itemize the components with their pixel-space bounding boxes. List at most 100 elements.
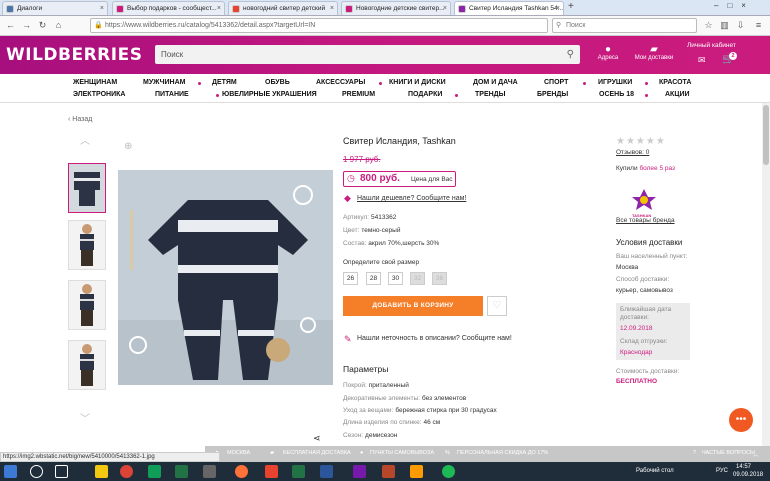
- cheaper-link[interactable]: Нашли дешевле? Сообщите нам!: [357, 195, 466, 202]
- product-thumbnail-active[interactable]: [68, 163, 106, 213]
- browser-tab-gifts[interactable]: Выбор подарков - сообщест... ×: [112, 1, 225, 15]
- close-icon[interactable]: ×: [330, 2, 334, 15]
- word-icon[interactable]: [320, 465, 333, 478]
- menu-item[interactable]: ЮВЕЛИРНЫЕ УКРАШЕНИЯ: [222, 91, 317, 98]
- firefox-icon[interactable]: [235, 465, 248, 478]
- search-icon[interactable]: ⚲: [567, 45, 574, 64]
- close-icon[interactable]: ×: [217, 2, 221, 15]
- menu-item[interactable]: СПОРТ: [544, 79, 568, 86]
- window-controls[interactable]: –□×: [714, 1, 755, 10]
- menu-item[interactable]: ДОМ И ДАЧА: [473, 79, 518, 86]
- close-icon[interactable]: ×: [443, 2, 447, 15]
- faq-link[interactable]: ЧАСТЫЕ ВОПРОСЫ: [702, 450, 755, 456]
- app-icon[interactable]: [203, 465, 216, 478]
- chevron-up-icon[interactable]: ︿: [753, 450, 759, 458]
- home-icon[interactable]: ⌂: [52, 19, 65, 32]
- brand-products-link[interactable]: Все товары бренда: [616, 217, 675, 224]
- site-search-input[interactable]: Поиск ⚲: [155, 45, 580, 64]
- pickup-link[interactable]: ПУНКТЫ САМОВЫВОЗА: [370, 450, 434, 456]
- menu-item[interactable]: ПИТАНИЕ: [155, 91, 189, 98]
- product-main-image[interactable]: [118, 170, 333, 385]
- reload-icon[interactable]: ↻: [36, 19, 49, 32]
- menu-item[interactable]: ДЕТЯМ: [212, 79, 237, 86]
- new-tab-button[interactable]: +: [568, 1, 574, 12]
- menu-item[interactable]: ИГРУШКИ: [598, 79, 632, 86]
- menu-item[interactable]: ОБУВЬ: [265, 79, 290, 86]
- menu-item[interactable]: БРЕНДЫ: [537, 91, 568, 98]
- chat-bubble-icon[interactable]: •••: [729, 408, 753, 432]
- product-thumbnail[interactable]: [68, 280, 106, 330]
- library-icon[interactable]: ▥: [718, 19, 731, 32]
- menu-item[interactable]: АКСЕССУАРЫ: [316, 79, 365, 86]
- deliveries-link[interactable]: ▰ Мои доставки: [634, 44, 674, 61]
- browser-tab-yandex[interactable]: новогодний свитер детский ×: [228, 1, 338, 15]
- desktop-label[interactable]: Рабочий стол: [636, 468, 674, 474]
- download-icon[interactable]: ⇩: [734, 19, 747, 32]
- bookmarks-icon[interactable]: ☆: [702, 19, 715, 32]
- spotify-icon[interactable]: [442, 465, 455, 478]
- addresses-link[interactable]: ● Адреса: [596, 44, 620, 61]
- scrollbar-thumb[interactable]: [763, 105, 769, 165]
- windows-start-icon[interactable]: [4, 465, 17, 478]
- onenote-icon[interactable]: [353, 465, 366, 478]
- rating-stars[interactable]: ★★★★★: [616, 136, 666, 147]
- menu-item[interactable]: КНИГИ И ДИСКИ: [389, 79, 446, 86]
- url-field[interactable]: 🔒 https://www.wildberries.ru/catalog/5413…: [90, 18, 548, 33]
- menu-icon[interactable]: ≡: [752, 19, 765, 32]
- product-thumbnail[interactable]: [68, 340, 106, 390]
- scrollbar[interactable]: [762, 103, 770, 446]
- chevron-up-icon[interactable]: ︿: [80, 132, 90, 147]
- menu-item[interactable]: МУЖЧИНАМ: [143, 79, 186, 86]
- powerpoint-icon[interactable]: [382, 465, 395, 478]
- language-indicator[interactable]: РУС: [716, 468, 728, 474]
- clock-time[interactable]: 14:57: [736, 464, 751, 470]
- forward-arrow-icon[interactable]: →: [20, 19, 33, 32]
- app-icon[interactable]: [148, 465, 161, 478]
- child-model-image: [69, 281, 105, 329]
- product-thumbnail[interactable]: [68, 220, 106, 270]
- search-icon[interactable]: [30, 465, 43, 478]
- close-icon[interactable]: ×: [556, 2, 560, 15]
- task-view-icon[interactable]: [55, 465, 68, 478]
- discount-link[interactable]: ПЕРСОНАЛЬНАЯ СКИДКА ДО 17%: [457, 450, 548, 456]
- size-option[interactable]: 28: [366, 272, 381, 285]
- zoom-icon[interactable]: ⊕: [124, 141, 132, 152]
- back-link[interactable]: ‹ Назад: [68, 116, 92, 123]
- menu-item[interactable]: ЭЛЕКТРОНИКА: [73, 91, 125, 98]
- logo[interactable]: WILDBERRIES: [6, 45, 142, 65]
- back-arrow-icon[interactable]: ←: [4, 19, 17, 32]
- free-delivery-link[interactable]: БЕСПЛАТНАЯ ДОСТАВКА: [283, 450, 351, 456]
- illustrator-icon[interactable]: [410, 465, 423, 478]
- chevron-down-icon[interactable]: ﹀: [80, 410, 90, 425]
- excel-icon[interactable]: [175, 465, 188, 478]
- cabinet-link[interactable]: Личный кабинет: [687, 42, 736, 49]
- reviews-link[interactable]: Отзывов: 0: [616, 149, 649, 156]
- menu-item[interactable]: ТРЕНДЫ: [475, 91, 506, 98]
- size-option[interactable]: 30: [388, 272, 403, 285]
- favorite-heart-icon[interactable]: ♡: [487, 296, 507, 316]
- size-option[interactable]: 26: [343, 272, 358, 285]
- inaccuracy-link[interactable]: Нашли неточность в описании? Сообщите на…: [357, 335, 512, 342]
- yandex-browser-icon[interactable]: [265, 465, 278, 478]
- brand-logo[interactable]: [630, 188, 658, 214]
- add-to-cart-button[interactable]: ДОБАВИТЬ В КОРЗИНУ: [343, 296, 483, 316]
- chrome-icon[interactable]: [120, 465, 133, 478]
- browser-tab-sweaters[interactable]: Новогодние детские свитер... ×: [341, 1, 451, 15]
- menu-item[interactable]: ЖЕНЩИНАМ: [73, 79, 117, 86]
- browser-tab-dialogs[interactable]: Диалоги ×: [2, 1, 108, 15]
- excel-icon[interactable]: [292, 465, 305, 478]
- browser-tab-active[interactable]: Свитер Исландия Tashkan 54... ×: [454, 1, 564, 15]
- clock-date[interactable]: 09.09.2018: [733, 472, 763, 478]
- menu-item[interactable]: КРАСОТА: [659, 79, 691, 86]
- menu-item[interactable]: ОСЕНЬ 18: [599, 91, 634, 98]
- close-icon[interactable]: ×: [100, 2, 104, 15]
- menu-item[interactable]: PREMIUM: [342, 91, 375, 98]
- menu-item[interactable]: ПОДАРКИ: [408, 91, 442, 98]
- city-link[interactable]: МОСКВА: [227, 450, 250, 456]
- file-explorer-icon[interactable]: [95, 465, 108, 478]
- browser-search-field[interactable]: ⚲ Поиск: [552, 18, 697, 33]
- city-value[interactable]: Москва: [616, 264, 638, 271]
- mail-icon[interactable]: ✉: [698, 55, 706, 66]
- menu-item[interactable]: АКЦИИ: [665, 91, 690, 98]
- share-icon[interactable]: ⋖: [313, 433, 321, 444]
